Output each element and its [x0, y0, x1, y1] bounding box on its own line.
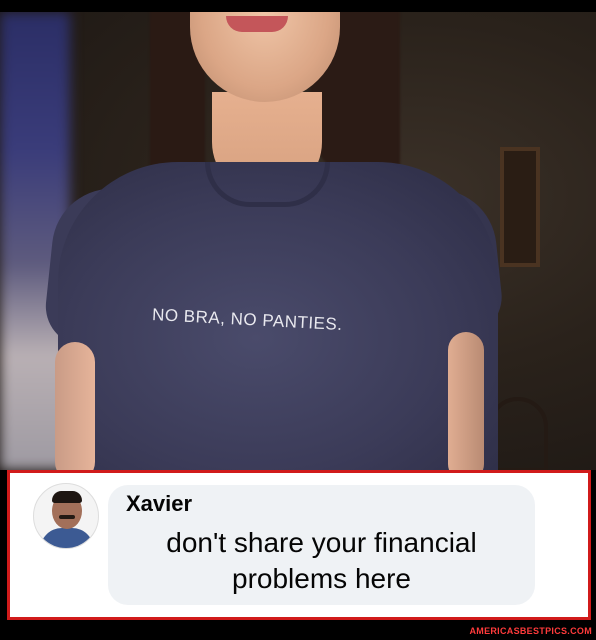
footer-bar: AMERICASBESTPICS.COM — [0, 624, 596, 640]
comment-line-1: don't share your financial — [166, 527, 477, 558]
lips — [226, 16, 288, 32]
left-arm — [55, 342, 95, 470]
avatar-shirt — [40, 528, 94, 548]
right-arm — [448, 332, 484, 470]
comment-author[interactable]: Xavier — [126, 491, 192, 517]
wall-picture-frame — [500, 147, 540, 267]
comment-text: don't share your financial problems here — [108, 525, 535, 597]
avatar[interactable] — [33, 483, 99, 549]
site-watermark: AMERICASBESTPICS.COM — [469, 626, 592, 636]
comment-line-2: problems here — [232, 563, 411, 594]
comment-panel: Xavier don't share your financial proble… — [7, 470, 591, 620]
avatar-hair — [52, 491, 82, 503]
comment-bubble: Xavier don't share your financial proble… — [108, 485, 535, 605]
avatar-mustache — [59, 515, 75, 519]
meme-photo: NO BRA, NO PANTIES. — [0, 12, 596, 470]
